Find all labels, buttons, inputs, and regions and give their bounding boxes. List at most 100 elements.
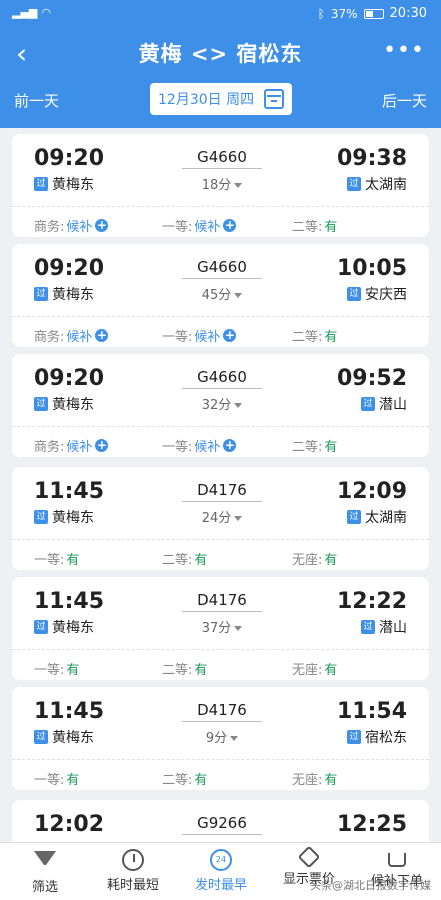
seat-class[interactable]: 二等: 有 (162, 549, 207, 568)
seat-class[interactable]: 一等: 候补 + (162, 326, 237, 345)
train-card[interactable]: 09:20 G4660 09:38 18分过黄梅东过太湖南 商务: 候补 + 一等: 候补 + 二等… (12, 134, 429, 237)
card-divider (12, 539, 429, 540)
seat-availability: 候补 (66, 440, 93, 455)
seat-class[interactable]: 一等: 有 (34, 549, 79, 568)
seat-class[interactable]: 一等: 候补 + (162, 216, 237, 235)
seat-availability: 有 (66, 773, 80, 788)
duration[interactable]: 9分 (182, 727, 262, 746)
train-card[interactable]: 11:45 D4176 12:09 24分过黄梅东过太湖南 一等: 有二等: 有无座: 有 (12, 467, 429, 570)
seat-class[interactable]: 商务: 候补 + (34, 326, 109, 345)
next-day-button[interactable]: 后一天 (382, 90, 427, 111)
seat-label: 二等: (162, 773, 193, 788)
seat-availability: 有 (194, 773, 208, 788)
add-waitlist-icon[interactable]: + (95, 329, 109, 342)
tab-clock-24[interactable]: 24 发时最早 (177, 847, 265, 893)
seat-class[interactable]: 二等: 有 (162, 659, 207, 678)
departure-station-name: 黄梅东 (52, 177, 94, 193)
more-button[interactable]: ••• (383, 38, 425, 63)
caret-down-icon (230, 736, 239, 741)
seat-class[interactable]: 二等: 有 (292, 436, 337, 455)
seat-class[interactable]: 无座: 有 (292, 659, 337, 678)
seat-availability: 有 (324, 553, 338, 568)
seat-class[interactable]: 二等: 有 (292, 326, 337, 345)
duration[interactable]: 45分 (182, 284, 262, 303)
departure-station-name: 黄梅东 (52, 510, 94, 526)
arrival-station: 过潜山 (361, 394, 407, 414)
seat-label: 一等: (162, 440, 193, 455)
seat-class[interactable]: 一等: 有 (34, 769, 79, 788)
tab-label: 筛选 (31, 880, 58, 895)
departure-station: 过黄梅东 (34, 507, 94, 527)
seat-availability: 候补 (66, 330, 93, 345)
seat-availability: 有 (324, 773, 338, 788)
departure-station: 过黄梅东 (34, 284, 94, 304)
arrival-station: 过太湖南 (347, 174, 407, 194)
duration[interactable]: 24分 (182, 507, 262, 526)
arrival-station: 过安庆西 (347, 284, 407, 304)
arrival-station-name: 太湖南 (365, 177, 407, 193)
arrival-time: 11:54 (336, 699, 407, 724)
battery-icon (363, 8, 384, 19)
pass-badge: 过 (347, 287, 361, 301)
seat-availability: 有 (324, 330, 338, 345)
bottom-tabbar: 筛选 耗时最短 24 发时最早 显示票价 候补下单 头条@湖北日报数字传媒 (0, 842, 441, 900)
more-dots-icon: ••• (383, 38, 425, 63)
train-card[interactable]: 12:02 G9266 12:25 (12, 800, 429, 842)
duration[interactable]: 37分 (182, 617, 262, 636)
departure-time: 11:45 (34, 479, 105, 504)
departure-time: 09:20 (34, 256, 105, 281)
add-waitlist-icon[interactable]: + (95, 219, 109, 232)
departure-station-name: 黄梅东 (52, 730, 94, 746)
calendar-icon (264, 89, 284, 109)
duration[interactable]: 18分 (182, 174, 262, 193)
seat-class[interactable]: 商务: 候补 + (34, 216, 109, 235)
seat-class[interactable]: 无座: 有 (292, 769, 337, 788)
train-card[interactable]: 09:20 G4660 09:52 32分过黄梅东过潜山 商务: 候补 + 一等: 候补 + 二等:… (12, 354, 429, 457)
seat-availability: 有 (324, 220, 338, 235)
seat-class[interactable]: 无座: 有 (292, 549, 337, 568)
seat-label: 一等: (162, 220, 193, 235)
duration-text: 45分 (201, 288, 232, 303)
train-number: G9266 (182, 814, 262, 835)
add-waitlist-icon[interactable]: + (223, 439, 237, 452)
seat-class[interactable]: 二等: 有 (292, 216, 337, 235)
departure-time: 11:45 (34, 699, 105, 724)
page-title: 黄梅 <> 宿松东 (138, 42, 303, 66)
duration[interactable]: 32分 (182, 394, 262, 413)
tab-filter[interactable]: 筛选 (1, 847, 89, 895)
seat-class[interactable]: 商务: 候补 + (34, 436, 109, 455)
departure-station-name: 黄梅东 (52, 287, 94, 303)
departure-time: 09:20 (34, 146, 105, 171)
seat-class[interactable]: 二等: 有 (162, 769, 207, 788)
prev-day-button[interactable]: 前一天 (14, 90, 59, 111)
add-waitlist-icon[interactable]: + (95, 439, 109, 452)
train-card[interactable]: 11:45 D4176 12:22 37分过黄梅东过潜山 一等: 有二等: 有无座: 有 (12, 577, 429, 680)
card-divider (12, 206, 429, 207)
arrival-station: 过潜山 (361, 617, 407, 637)
train-card[interactable]: 09:20 G4660 10:05 45分过黄梅东过安庆西 商务: 候补 + 一等: 候补 + 二等… (12, 244, 429, 347)
tab-stopwatch[interactable]: 耗时最短 (89, 847, 177, 893)
arrival-station-name: 宿松东 (365, 730, 407, 746)
pass-badge: 过 (34, 620, 48, 634)
departure-time: 11:45 (34, 589, 105, 614)
seat-class[interactable]: 一等: 有 (34, 659, 79, 678)
date-label: 12月30日 周四 (158, 92, 255, 108)
arrival-time: 10:05 (336, 256, 407, 281)
train-number: G4660 (182, 368, 262, 389)
filter-icon (34, 851, 56, 873)
departure-station: 过黄梅东 (34, 727, 94, 747)
train-list[interactable]: 09:20 G4660 09:38 18分过黄梅东过太湖南 商务: 候补 + 一等: 候补 + 二等… (0, 128, 441, 842)
seat-label: 二等: (162, 663, 193, 678)
add-waitlist-icon[interactable]: + (223, 329, 237, 342)
date-picker[interactable]: 12月30日 周四 (150, 83, 292, 115)
seat-availability: 候补 (66, 220, 93, 235)
train-number: D4176 (182, 701, 262, 722)
departure-time: 09:20 (34, 366, 105, 391)
seat-class[interactable]: 一等: 候补 + (162, 436, 237, 455)
duration-text: 9分 (205, 731, 228, 746)
add-waitlist-icon[interactable]: + (223, 219, 237, 232)
arrival-station-name: 潜山 (379, 620, 407, 636)
cart-icon (388, 853, 406, 867)
departure-station: 过黄梅东 (34, 174, 94, 194)
train-card[interactable]: 11:45 D4176 11:54 9分过黄梅东过宿松东 一等: 有二等: 有无座: 有 (12, 687, 429, 790)
